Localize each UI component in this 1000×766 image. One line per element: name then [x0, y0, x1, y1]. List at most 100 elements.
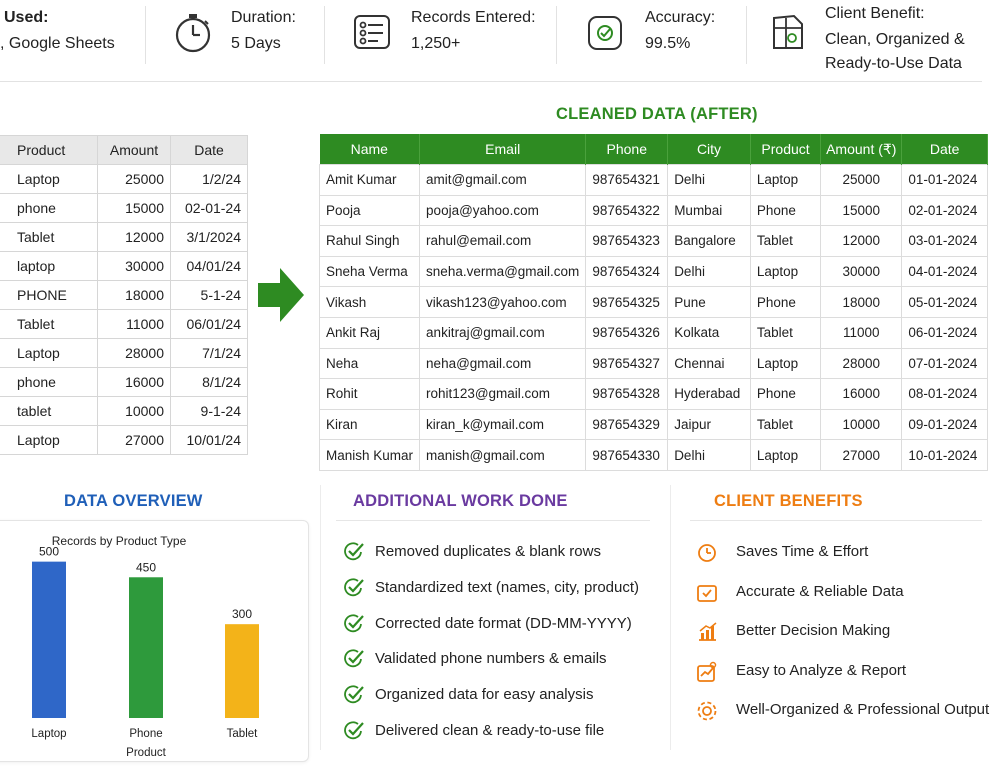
divider [690, 520, 982, 521]
duration-label: Duration: [231, 9, 296, 26]
column-header: Product [750, 134, 822, 165]
check-circle-icon [343, 721, 365, 746]
clock-coin-icon [695, 541, 719, 570]
table-cell: Delhi [667, 439, 751, 471]
table-cell: 07-01-2024 [901, 347, 988, 380]
table-row: laptop 30000 04/01/24 [0, 251, 248, 281]
benefit-item: Saves Time & Effort [736, 543, 869, 560]
tools-value: , Google Sheets [0, 35, 115, 52]
table-row: Sneha Verma sneha.verma@gmail.com 98765432… [318, 255, 988, 288]
table-cell: Chennai [667, 347, 751, 380]
work-item: Validated phone numbers & emails [375, 650, 607, 668]
checked-folder-icon [695, 581, 719, 610]
table-cell: Phone [749, 194, 822, 227]
table-cell: 08-01-2024 [901, 378, 988, 410]
records-label: Records Entered: [411, 9, 536, 26]
table-cell: Laptop [0, 338, 98, 368]
table-cell: 12000 [820, 225, 903, 257]
work-item: Corrected date format (DD-MM-YYYY) [375, 614, 632, 632]
table-cell: 987654325 [585, 286, 669, 318]
table-cell: 10-01-2024 [901, 439, 988, 471]
table-cell: Pune [667, 286, 751, 318]
column-header: Email [419, 134, 587, 165]
table-cell: Phone [749, 378, 822, 410]
chart-card: Records by Product Type 500 Laptop 450 Phone… [0, 520, 309, 762]
column-header: Date [901, 134, 988, 165]
check-circle-icon [343, 613, 365, 639]
table-row: Rohit rohit123@gmail.com 987654328 Hyderaba… [318, 378, 988, 410]
table-cell: Delhi [667, 255, 751, 288]
column-header: City [667, 134, 751, 165]
table-cell: Neha [318, 347, 421, 380]
table-cell: Jaipur [667, 408, 751, 441]
table-cell: 1/2/24 [170, 164, 248, 194]
table-cell: 3/1/2024 [170, 222, 248, 252]
table-row: Laptop 28000 7/1/24 [0, 338, 248, 368]
table-row: Amit Kumar amit@gmail.com 987654321 Delhi La… [318, 164, 988, 196]
table-row: PHONE 18000 5-1-24 [0, 280, 248, 310]
divider [336, 520, 650, 521]
table-row: Vikash vikash123@yahoo.com 987654325 Pune Ph… [318, 286, 988, 318]
table-cell: 04-01-2024 [901, 255, 988, 288]
column-header: Amount (₹) [820, 134, 903, 165]
table-cell: Kolkata [667, 316, 751, 349]
table-cell: 30000 [97, 251, 171, 281]
table-cell: phone [0, 193, 98, 223]
table-row: Neha neha@gmail.com 987654327 Chennai Laptop… [318, 347, 988, 380]
table-cell: Tablet [749, 408, 822, 441]
table-cell: 06/01/24 [170, 309, 248, 339]
table-cell: phone [0, 367, 98, 397]
table-cell: 15000 [97, 193, 171, 223]
table-cell: 16000 [820, 378, 903, 410]
table-cell: 06-01-2024 [901, 316, 988, 349]
table-cell: Rohit [318, 378, 421, 410]
table-cell: 27000 [820, 439, 903, 471]
bar-phone [129, 577, 163, 718]
cleaned-data-title: CLEANED DATA (AFTER) [556, 105, 758, 123]
target-check-icon [584, 12, 626, 54]
category-label: Laptop [31, 728, 66, 740]
table-cell: 987654324 [585, 255, 669, 288]
table-cell: Laptop [0, 164, 98, 194]
table-cell: Laptop [749, 347, 822, 380]
table-cell: 01-01-2024 [901, 164, 988, 196]
table-cell: Tablet [749, 225, 822, 257]
table-cell: tablet [0, 396, 98, 426]
table-cell: 987654330 [585, 439, 669, 471]
table-cell: 02-01-24 [170, 193, 248, 223]
column-header: Date [170, 135, 248, 165]
table-cell: 987654326 [585, 316, 669, 349]
table-row: Pooja pooja@yahoo.com 987654322 Mumbai Phone… [318, 194, 988, 227]
work-item: Removed duplicates & blank rows [375, 543, 601, 560]
bar-tablet [225, 624, 259, 718]
table-cell: Sneha Verma [318, 255, 421, 288]
table-cell: Bangalore [667, 225, 751, 257]
table-row: Tablet 11000 06/01/24 [0, 309, 248, 339]
divider [670, 485, 671, 750]
cleaned-data-table: Name Email Phone City Product Amount (₹) Date … [318, 134, 988, 471]
check-circle-icon [343, 542, 365, 567]
table-cell: ankitraj@gmail.com [419, 316, 587, 349]
table-cell: 25000 [820, 164, 903, 196]
benefit-item: Easy to Analyze & Report [736, 661, 907, 679]
table-cell: Delhi [667, 164, 751, 196]
table-cell: Manish Kumar [318, 439, 421, 471]
stats-bottom-divider [0, 81, 982, 82]
table-cell: Tablet [0, 222, 98, 252]
category-label: Phone [129, 728, 162, 740]
table-row: Kiran kiran_k@ymail.com 987654329 Jaipur Tab… [318, 408, 988, 441]
document-grid-icon [768, 12, 808, 54]
table-cell: 8/1/24 [170, 367, 248, 397]
table-row: Laptop 27000 10/01/24 [0, 425, 248, 455]
table-row: Tablet 12000 3/1/2024 [0, 222, 248, 252]
table-cell: rahul@email.com [419, 225, 587, 257]
arrow-right-icon [256, 266, 306, 329]
data-label: 500 [39, 545, 59, 559]
data-label: 300 [232, 607, 252, 621]
table-cell: 03-01-2024 [901, 225, 988, 257]
check-circle-icon [343, 578, 365, 603]
table-cell: 987654323 [585, 225, 669, 257]
table-cell: Ankit Raj [318, 316, 421, 349]
table-cell: 11000 [97, 309, 171, 339]
table-cell: Laptop [0, 425, 98, 455]
